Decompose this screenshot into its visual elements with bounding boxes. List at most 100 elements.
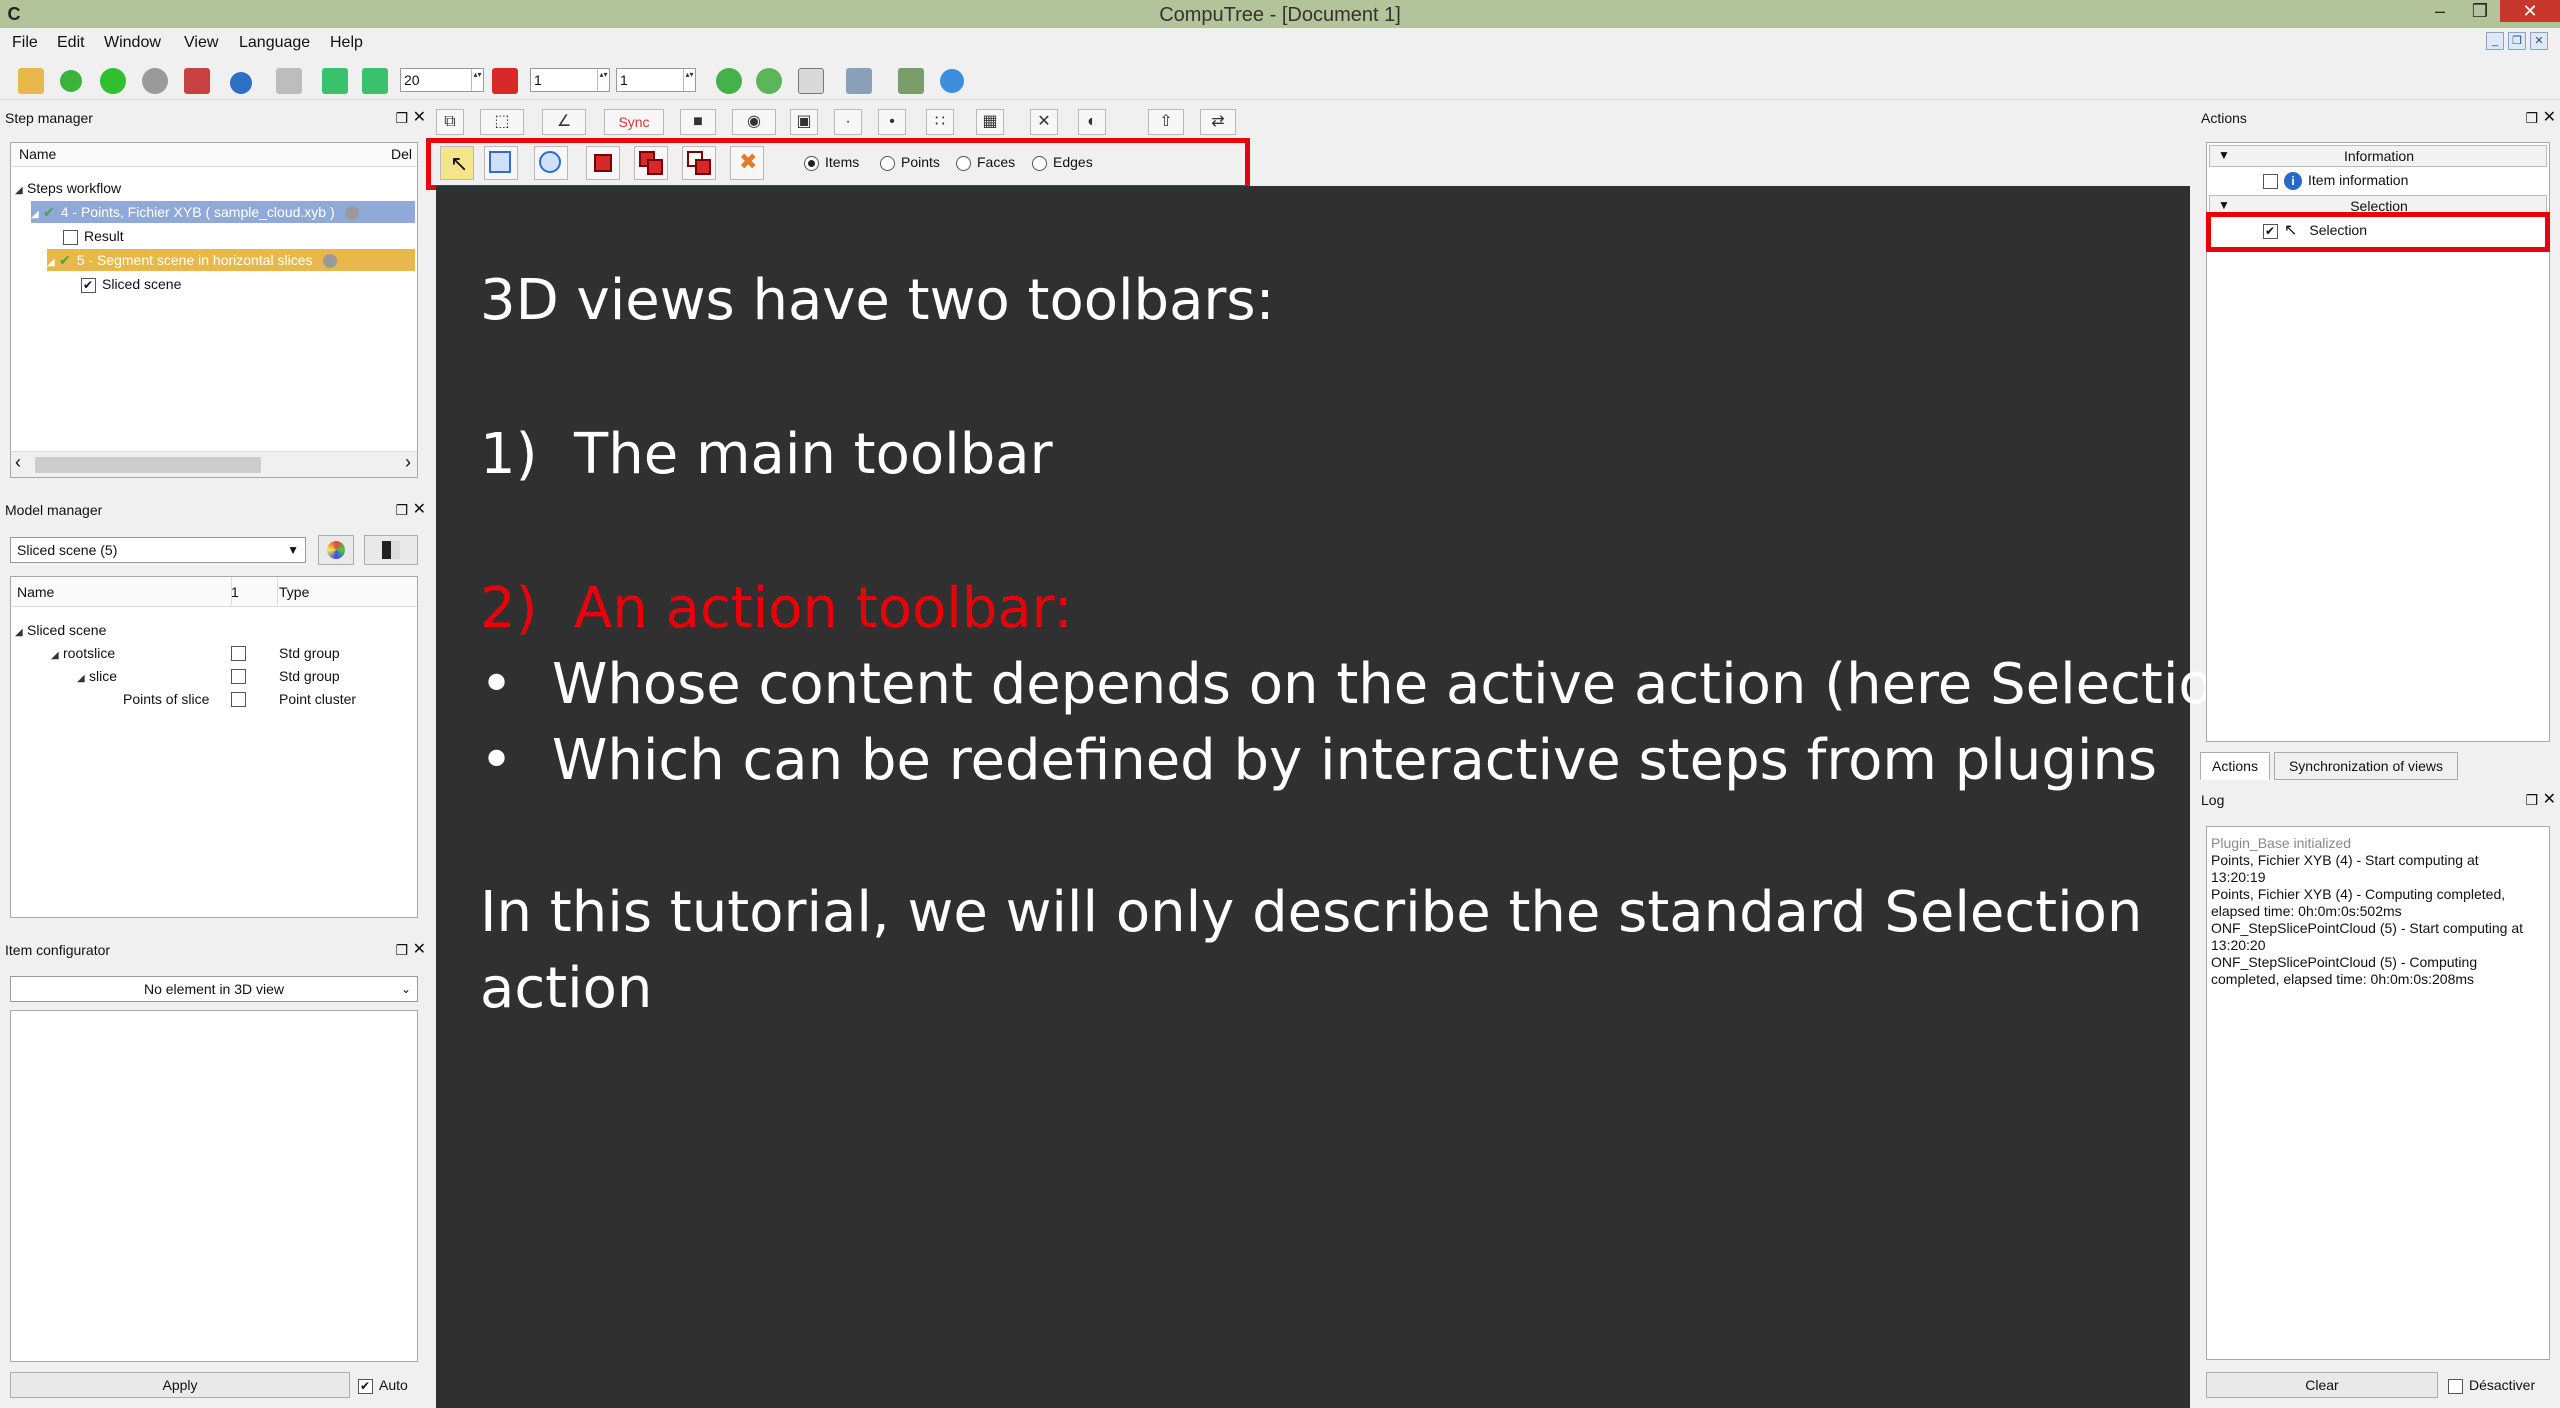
log-area[interactable]: Plugin_Base initialized Points, Fichier … [2206,826,2550,1360]
tree-row-slice[interactable]: ◢ slice [77,665,117,687]
settings-icon[interactable] [898,68,924,94]
action-item-information[interactable]: i Item information [2263,169,2408,191]
tools-button[interactable]: ✕ [1030,109,1058,135]
new-step-icon[interactable] [18,68,44,94]
fast-forward-icon[interactable] [362,68,388,94]
expand-icon[interactable]: ◢ [31,204,43,226]
close-icon[interactable]: ✕ [413,498,426,522]
close-icon[interactable]: ✕ [2543,788,2556,812]
info-icon[interactable] [230,72,252,94]
menu-edit[interactable]: Edit [57,34,85,52]
scroll-left-icon[interactable]: ‹ [15,452,21,473]
spin-arrows-icon[interactable]: ▴▾ [597,69,609,91]
sync-button[interactable]: Sync [604,109,664,135]
menu-file[interactable]: File [12,34,38,52]
tree-row-result[interactable]: Result [63,225,124,247]
slice-checkbox[interactable] [231,669,246,684]
rootslice-checkbox[interactable] [231,646,246,661]
points-checkbox[interactable] [231,692,246,707]
mdi-close-button[interactable]: ✕ [2530,32,2548,50]
close-icon[interactable]: ✕ [2543,106,2556,130]
auto-option[interactable]: Auto [358,1374,408,1396]
speed-spinbox[interactable]: 20 ▴▾ [400,68,484,92]
scroll-thumb[interactable] [35,457,261,473]
tree-row-points-of-slice[interactable]: Points of slice [123,688,209,710]
camera-button[interactable]: ■ [680,109,716,135]
float-icon[interactable]: ❒ [395,106,408,130]
stop-icon[interactable] [142,68,168,94]
scene-selector[interactable]: Sliced scene (5) ▼ [10,537,306,563]
list-icon[interactable] [798,68,824,94]
element-selector[interactable]: No element in 3D view ⌄ [10,976,418,1002]
sliced-scene-checkbox[interactable] [81,277,96,293]
auto-checkbox[interactable] [358,1378,373,1394]
scroll-right-icon[interactable]: › [405,452,411,473]
tree-row-steps-workflow[interactable]: ◢ Steps workflow [15,177,121,199]
save-icon[interactable] [184,68,210,94]
add-step-icon[interactable] [60,70,82,92]
contrast-button[interactable]: ◐ [1078,109,1106,135]
tree-row-sliced-scene[interactable]: ◢ Sliced scene [15,619,106,641]
close-icon[interactable]: ✕ [413,938,426,962]
expand-icon[interactable]: ◢ [77,668,89,690]
color-button[interactable] [318,535,354,565]
start-spinbox[interactable]: 1 ▴▾ [530,68,610,92]
expand-icon[interactable]: ◢ [47,252,59,274]
mdi-minimize-button[interactable]: _ [2486,32,2504,50]
maximize-button[interactable]: ❒ [2460,0,2500,22]
help-icon[interactable] [940,69,964,93]
close-button[interactable]: ✕ [2500,0,2560,22]
disable-log-option[interactable]: Désactiver [2448,1374,2535,1396]
record-icon[interactable] [492,68,518,94]
menu-window[interactable]: Window [104,34,161,52]
disable-log-checkbox[interactable] [2448,1378,2463,1394]
horizontal-scrollbar[interactable]: ‹ › [11,451,417,477]
display-mode-button[interactable] [364,535,418,565]
tree-row-step-5[interactable]: ◢ ✔ 5 - Segment scene in horizontal slices [47,249,415,271]
screenshot-button[interactable]: ▣ [790,109,818,135]
menu-language[interactable]: Language [239,34,310,52]
tab-synchronization[interactable]: Synchronization of views [2274,752,2458,780]
plugin-manager-icon[interactable] [756,68,782,94]
fit-view-button[interactable]: ▦ [976,109,1004,135]
visibility-button[interactable]: ◉ [732,109,776,135]
run-icon[interactable] [100,68,126,94]
menu-help[interactable]: Help [330,34,363,52]
play-step-icon[interactable] [322,68,348,94]
plugin-icon[interactable] [716,68,742,94]
point-size-large-button[interactable]: • [878,109,906,135]
clear-icon[interactable] [276,68,302,94]
view-mode-button[interactable]: ⧉ [436,109,464,135]
expand-icon[interactable]: ◢ [15,622,27,644]
spin-arrows-icon[interactable]: ▴▾ [683,69,695,91]
result-checkbox[interactable] [63,229,78,245]
menu-view[interactable]: View [184,34,218,52]
tree-row-rootslice[interactable]: ◢ rootslice [51,642,115,664]
close-icon[interactable]: ✕ [413,106,426,130]
tools-icon[interactable] [846,68,872,94]
spin-arrows-icon[interactable]: ▴▾ [471,69,483,91]
tree-row-step-4[interactable]: ◢ ✔ 4 - Points, Fichier XYB ( sample_cloud… [31,201,415,223]
item-information-checkbox[interactable] [2263,173,2278,189]
apply-button[interactable]: Apply [10,1372,350,1398]
tab-actions[interactable]: Actions [2200,752,2270,780]
mdi-restore-button[interactable]: ❒ [2508,32,2526,50]
axis-button[interactable]: ∠ [542,109,586,135]
tree-row-sliced-scene[interactable]: Sliced scene [81,273,181,295]
float-icon[interactable]: ❒ [2525,106,2538,130]
end-spinbox[interactable]: 1 ▴▾ [616,68,696,92]
float-icon[interactable]: ❒ [395,938,408,962]
camera-view-button[interactable]: ⬚ [480,109,524,135]
minimize-button[interactable]: – [2420,0,2460,22]
expand-icon[interactable]: ◢ [15,180,27,202]
points-grid-button[interactable]: ∷ [926,109,954,135]
point-size-small-button[interactable]: · [834,109,862,135]
group-information[interactable]: ▼ Information [2209,145,2547,167]
expand-icon[interactable]: ◢ [51,645,63,667]
export-button[interactable]: ⇧ [1148,109,1184,135]
float-icon[interactable]: ❒ [395,498,408,522]
3d-view[interactable]: 3D views have two toolbars: 1) The main … [436,186,2270,1408]
float-icon[interactable]: ❒ [2525,788,2538,812]
clear-log-button[interactable]: Clear [2206,1372,2438,1398]
sync-views-button[interactable]: ⇄ [1200,109,1236,135]
